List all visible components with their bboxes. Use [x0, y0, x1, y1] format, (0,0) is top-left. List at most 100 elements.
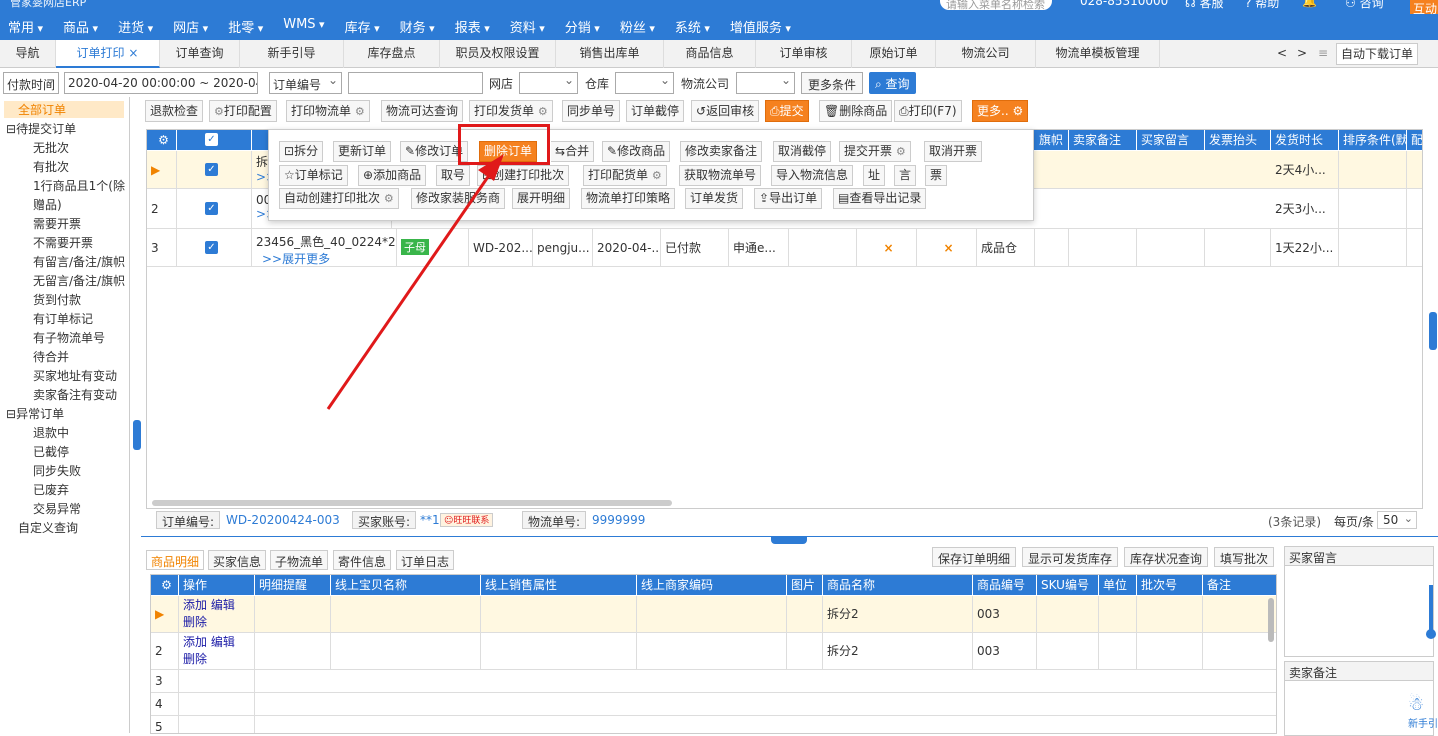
- menu-fans[interactable]: 粉丝: [612, 17, 655, 36]
- merge-button[interactable]: ⇆合并: [551, 141, 595, 162]
- sidebar-item-need-invoice[interactable]: 需要开票: [33, 215, 81, 232]
- tab-beginner-guide[interactable]: 新手引导: [240, 40, 344, 68]
- sidebar-item-note-changed[interactable]: 卖家备注有变动: [33, 386, 117, 403]
- fill-batch-button[interactable]: 填写批次: [1214, 547, 1275, 567]
- logistics-reach-button[interactable]: 物流可达查询: [381, 100, 464, 122]
- sidebar-item-sub-waybill[interactable]: 有子物流单号: [33, 329, 105, 346]
- tab-sub-waybill[interactable]: 子物流单: [270, 550, 329, 570]
- sidebar-item-refunding[interactable]: 退款中: [33, 424, 69, 441]
- row-checkbox[interactable]: ✓: [177, 151, 252, 189]
- menu-data[interactable]: 资料: [502, 17, 545, 36]
- print-f7-button[interactable]: ⎙打印(F7): [894, 100, 962, 122]
- tab-order-print[interactable]: 订单打印 ×: [56, 40, 160, 68]
- sidebar-item-intercepted[interactable]: 已截停: [33, 443, 69, 460]
- buyer-message-box[interactable]: [1284, 566, 1434, 657]
- menu-reports[interactable]: 报表: [447, 17, 490, 36]
- sidebar-item-address-changed[interactable]: 买家地址有变动: [33, 367, 117, 384]
- menu-distribution[interactable]: 分销: [557, 17, 600, 36]
- tab-inventory-check[interactable]: 库存盘点: [344, 40, 440, 68]
- close-icon[interactable]: ×: [128, 46, 138, 60]
- auto-download-button[interactable]: 自动下载订单: [1336, 43, 1418, 65]
- shop-select[interactable]: [519, 72, 578, 94]
- menu-purchase[interactable]: 进货: [110, 17, 153, 36]
- sidebar-item-order-mark[interactable]: 有订单标记: [33, 310, 93, 327]
- table-row[interactable]: 3 ✓ 23456_黑色_40_0224*2 >>展开更多 子母 WD-202..…: [147, 229, 1422, 267]
- menu-value-added[interactable]: 增值服务: [722, 17, 791, 36]
- warehouse-select[interactable]: [615, 72, 674, 94]
- sidebar-item-sync-failed[interactable]: 同步失败: [33, 462, 81, 479]
- tab-prev-icon[interactable]: <: [1272, 40, 1292, 68]
- sidebar-item-no-invoice[interactable]: 不需要开票: [33, 234, 93, 251]
- auto-create-batch-button[interactable]: 自动创建打印批次 ⚙: [279, 188, 399, 209]
- help-link[interactable]: ? 帮助: [1245, 0, 1279, 11]
- sidebar-item-single-product-cont[interactable]: 赠品): [33, 196, 62, 213]
- tab-staff-permissions[interactable]: 职员及权限设置: [440, 40, 556, 68]
- cancel-intercept-button[interactable]: 取消截停: [773, 141, 832, 162]
- tab-order-log[interactable]: 订单日志: [396, 550, 455, 570]
- interact-badge[interactable]: 互动: [1410, 0, 1438, 16]
- sidebar-collapse-handle[interactable]: [133, 420, 141, 450]
- print-waybill-button[interactable]: 打印物流单 ⚙: [286, 100, 370, 122]
- column-settings-icon[interactable]: ⚙: [151, 575, 179, 595]
- get-waybill-number-button[interactable]: 获取物流单号: [679, 165, 762, 186]
- submit-invoice-button[interactable]: 提交开票 ⚙: [839, 141, 911, 162]
- menu-products[interactable]: 商品: [55, 17, 98, 36]
- order-intercept-button[interactable]: 订单截停: [626, 100, 685, 122]
- more-conditions-button[interactable]: 更多条件: [801, 72, 864, 94]
- table-row[interactable]: ▶ 添加 编辑 删除 拆分2 003: [151, 596, 1276, 633]
- sync-number-button[interactable]: 同步单号: [562, 100, 621, 122]
- take-number-button[interactable]: 取号: [436, 165, 471, 186]
- print-picking-list-button[interactable]: 打印配货单 ⚙: [583, 165, 667, 186]
- column-settings-icon[interactable]: ⚙: [147, 130, 177, 150]
- menu-wholesale[interactable]: 批零: [220, 17, 263, 36]
- tab-navigation[interactable]: 导航: [0, 40, 56, 68]
- menu-wms[interactable]: WMS: [275, 17, 324, 36]
- sidebar-item-has-batch[interactable]: 有批次: [33, 158, 69, 175]
- return-review-button[interactable]: ↺返回审核: [691, 100, 760, 122]
- sidebar-item-to-merge[interactable]: 待合并: [33, 348, 69, 365]
- create-print-batch-button[interactable]: ⊞创建打印批次: [477, 165, 570, 186]
- select-all-checkbox[interactable]: ✓: [177, 130, 252, 150]
- sidebar-item-all-orders[interactable]: 全部订单: [4, 101, 124, 118]
- tab-original-orders[interactable]: 原始订单: [852, 40, 936, 68]
- print-config-button[interactable]: ⚙打印配置: [209, 100, 277, 122]
- keyword-input[interactable]: [348, 72, 483, 94]
- refund-check-button[interactable]: 退款检查: [145, 100, 204, 122]
- zoom-slider[interactable]: [1426, 585, 1436, 639]
- add-edit-link[interactable]: 添加 编辑: [183, 596, 254, 613]
- bell-icon[interactable]: 🔔: [1302, 0, 1317, 8]
- expand-details-button[interactable]: 展开明细: [512, 188, 571, 209]
- export-order-button[interactable]: ⇪导出订单: [754, 188, 823, 209]
- sidebar-item-single-product[interactable]: 1行商品且1个(除: [33, 177, 125, 194]
- query-button[interactable]: ⌕ 查询: [869, 72, 916, 94]
- tab-next-icon[interactable]: >: [1292, 40, 1312, 68]
- delete-link[interactable]: 删除: [183, 613, 254, 630]
- newbie-helper-button[interactable]: ☃ 新手引: [1408, 694, 1438, 730]
- row-checkbox[interactable]: ✓: [177, 189, 252, 229]
- service-link[interactable]: ☊ 客服: [1185, 0, 1224, 11]
- split-button[interactable]: ⊡拆分: [279, 141, 324, 162]
- print-delivery-note-button[interactable]: 打印发货单 ⚙: [469, 100, 553, 122]
- menu-search-input[interactable]: 请输入菜单名称检索: [940, 0, 1052, 10]
- page-size-select[interactable]: 50 ⌄: [1377, 511, 1417, 529]
- table-row[interactable]: 5: [151, 716, 1276, 733]
- menu-finance[interactable]: 财务: [392, 17, 435, 36]
- delete-link[interactable]: 删除: [183, 650, 254, 667]
- tab-buyer-info[interactable]: 买家信息: [208, 550, 267, 570]
- sidebar-item-custom-query[interactable]: 自定义查询: [18, 519, 78, 536]
- menu-system[interactable]: 系统: [667, 17, 710, 36]
- show-stock-button[interactable]: 显示可发货库存: [1022, 547, 1119, 567]
- edit-home-service-button[interactable]: 修改家装服务商: [411, 188, 506, 209]
- date-range-input[interactable]: 2020-04-20 00:00:00 ~ 2020-04-2: [64, 72, 258, 94]
- user-menu[interactable]: ⚇ 咨询: [1345, 0, 1384, 11]
- tab-product-details[interactable]: 商品明细: [146, 550, 205, 570]
- message-button[interactable]: 言: [894, 165, 917, 186]
- menu-shop[interactable]: 网店: [165, 17, 208, 36]
- delete-product-button[interactable]: 🗑删除商品: [819, 100, 893, 122]
- menu-common[interactable]: 常用: [0, 17, 43, 36]
- time-type-select[interactable]: 付款时间: [3, 72, 59, 94]
- wangwang-contact-button[interactable]: ☺旺旺联系: [440, 513, 494, 527]
- submit-button[interactable]: ⎙提交: [765, 100, 809, 122]
- tab-logistics-company[interactable]: 物流公司: [936, 40, 1036, 68]
- more-actions-button[interactable]: 更多.. ⚙: [972, 100, 1029, 122]
